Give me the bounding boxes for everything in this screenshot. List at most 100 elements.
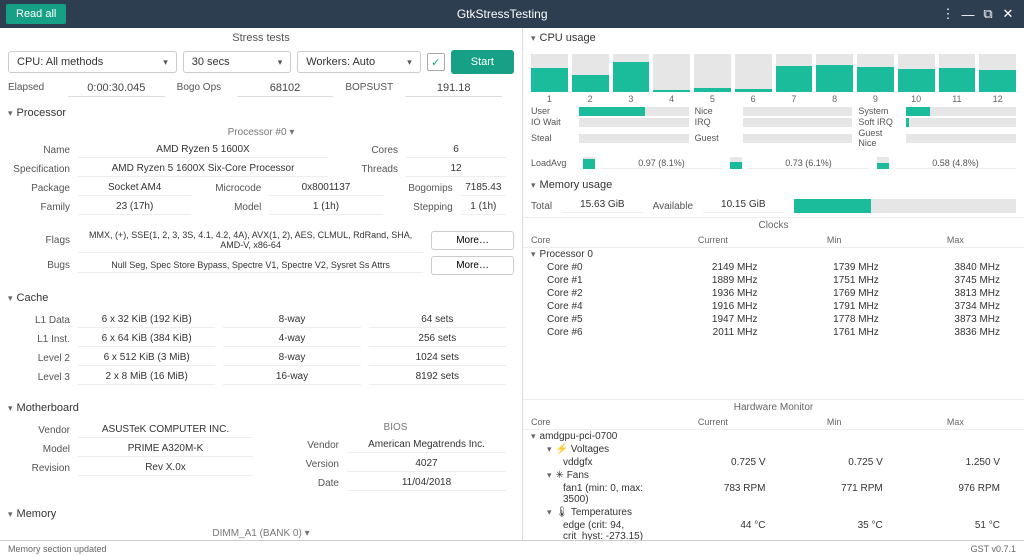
stress-tests-header: Stress tests xyxy=(0,28,522,46)
cpu-core-bar xyxy=(572,54,609,92)
bogo-label: Bogo Ops xyxy=(177,82,237,97)
loadavg-value: 0.73 (6.1%) xyxy=(748,158,869,169)
version-label: GST v0.7.1 xyxy=(971,544,1016,554)
hwmon-value: edge (crit: 94, crit_hyst: -273.15) xyxy=(563,520,664,540)
clocks-header: Clocks xyxy=(523,217,1024,233)
hwmon-value: 1.250 V xyxy=(899,457,1016,468)
statusbar: Memory section updated GST v0.7.1 xyxy=(0,540,1024,556)
dimm-selector[interactable]: DIMM_A1 (BANK 0) ▾ xyxy=(0,526,522,540)
memory-usage-header[interactable]: Memory usage xyxy=(523,175,1024,195)
cpu-usage-header[interactable]: CPU usage xyxy=(523,28,1024,48)
cache-section-header[interactable]: Cache xyxy=(0,286,522,310)
loadavg-value: 0.58 (4.8%) xyxy=(895,158,1016,169)
cpu-core-bar xyxy=(816,54,853,92)
collapse-icon[interactable]: ▾ xyxy=(531,431,536,441)
clock-value: 1936 MHz xyxy=(652,288,773,299)
clock-value: 1769 MHz xyxy=(774,288,895,299)
read-all-button[interactable]: Read all xyxy=(6,4,66,24)
cpu-core-bar xyxy=(694,54,731,92)
collapse-icon[interactable]: ▾ xyxy=(547,470,552,480)
cpu-core-bar xyxy=(898,54,935,92)
hwmon-value: 771 RPM xyxy=(782,483,899,505)
cpu-cat-bar xyxy=(743,107,853,116)
cpu-cat-bar xyxy=(579,107,689,116)
cpu-cat-bar xyxy=(579,118,689,127)
collapse-icon[interactable]: ▾ xyxy=(531,249,536,259)
bios-version: 4027 xyxy=(347,456,506,472)
clock-value: 1947 MHz xyxy=(652,314,773,325)
processor-section-header[interactable]: Processor xyxy=(0,101,522,125)
start-button[interactable]: Start xyxy=(451,50,514,74)
bios-date: 11/04/2018 xyxy=(347,475,506,491)
clock-value: 2149 MHz xyxy=(652,262,773,273)
mobo-vendor: ASUSTeK COMPUTER INC. xyxy=(78,422,253,438)
cpu-cat-bar xyxy=(906,118,1016,127)
mobo-revision: Rev X.0x xyxy=(78,460,253,476)
loadavg-bar xyxy=(583,157,595,169)
cache-size: 2 x 8 MiB (16 MiB) xyxy=(78,369,215,385)
clock-value: 1739 MHz xyxy=(774,262,895,273)
core-name: Core #4 xyxy=(547,301,652,312)
collapse-icon[interactable]: ▾ xyxy=(547,444,552,454)
bios-header: BIOS xyxy=(269,420,522,435)
clock-value: 3813 MHz xyxy=(895,288,1016,299)
flags-more-button[interactable]: More… xyxy=(431,231,514,250)
cpu-core-bar xyxy=(939,54,976,92)
clocks-processor: Processor 0 xyxy=(540,249,593,260)
hwmon-value: 0.725 V xyxy=(664,457,781,468)
motherboard-section-header[interactable]: Motherboard xyxy=(0,396,522,420)
cpu-cat-bar xyxy=(906,134,1016,143)
clock-value: 3836 MHz xyxy=(895,327,1016,338)
loadavg-bar xyxy=(730,157,742,169)
clock-value: 3840 MHz xyxy=(895,262,1016,273)
hwmon-value: fan1 (min: 0, max: 3500) xyxy=(563,483,664,505)
core-name: Core #6 xyxy=(547,327,652,338)
elapsed-value: 0:00:30.045 xyxy=(68,82,165,97)
clock-value: 1761 MHz xyxy=(774,327,895,338)
bops-label: BOPSUST xyxy=(345,82,405,97)
loadavg-label: LoadAvg xyxy=(531,158,575,168)
collapse-icon[interactable]: ▾ xyxy=(547,507,552,517)
right-panel: CPU usage 123456789101112 UserNiceSystem… xyxy=(523,28,1024,540)
minimize-icon[interactable]: — xyxy=(958,7,978,22)
bogo-value: 68102 xyxy=(237,82,334,97)
clock-value: 3734 MHz xyxy=(895,301,1016,312)
hwmon-device: amdgpu-pci-0700 xyxy=(540,431,618,442)
hwmon-value: 0.725 V xyxy=(782,457,899,468)
verify-checkbox[interactable]: ✓ xyxy=(427,53,445,71)
bios-vendor: American Megatrends Inc. xyxy=(347,437,506,453)
cache-size: 6 x 512 KiB (3 MiB) xyxy=(78,350,215,366)
mobo-model: PRIME A320M-K xyxy=(78,441,253,457)
loadavg-value: 0.97 (8.1%) xyxy=(601,158,722,169)
cache-size: 6 x 64 KiB (384 KiB) xyxy=(78,331,215,347)
bugs-label: Bugs xyxy=(8,260,78,271)
clock-value: 1916 MHz xyxy=(652,301,773,312)
cache-size: 6 x 32 KiB (192 KiB) xyxy=(78,312,215,328)
left-panel: Stress tests CPU: All methods▾ 30 secs▾ … xyxy=(0,28,523,540)
processor-selector[interactable]: Processor #0 ▾ xyxy=(0,125,522,140)
hwmon-header: Hardware Monitor xyxy=(523,399,1024,415)
cpu-core-bar xyxy=(776,54,813,92)
duration-dropdown[interactable]: 30 secs▾ xyxy=(183,51,291,73)
proc-value: AMD Ryzen 5 1600X Six-Core Processor xyxy=(78,161,328,177)
clock-value: 1778 MHz xyxy=(774,314,895,325)
status-message: Memory section updated xyxy=(8,544,107,554)
cpu-core-bar xyxy=(735,54,772,92)
chevron-down-icon: ▾ xyxy=(163,57,168,68)
method-dropdown[interactable]: CPU: All methods▾ xyxy=(8,51,177,73)
flags-value: MMX, (+), SSE(1, 2, 3, 3S, 4.1, 4.2, 4A)… xyxy=(78,228,423,253)
bugs-more-button[interactable]: More… xyxy=(431,256,514,275)
clock-value: 2011 MHz xyxy=(652,327,773,338)
close-icon[interactable]: ✕ xyxy=(998,6,1018,22)
window-title: GtkStressTesting xyxy=(66,7,938,21)
menu-icon[interactable]: ⋮ xyxy=(938,6,958,22)
flags-label: Flags xyxy=(8,235,78,246)
memory-section-header[interactable]: Memory xyxy=(0,502,522,526)
maximize-icon[interactable]: ⧉ xyxy=(978,6,998,22)
titlebar: Read all GtkStressTesting ⋮ — ⧉ ✕ xyxy=(0,0,1024,28)
cpu-cat-bar xyxy=(743,118,853,127)
core-name: Core #0 xyxy=(547,262,652,273)
cpu-core-bar xyxy=(613,54,650,92)
workers-dropdown[interactable]: Workers: Auto▾ xyxy=(297,51,421,73)
hwmon-value: 44 °C xyxy=(664,520,781,540)
